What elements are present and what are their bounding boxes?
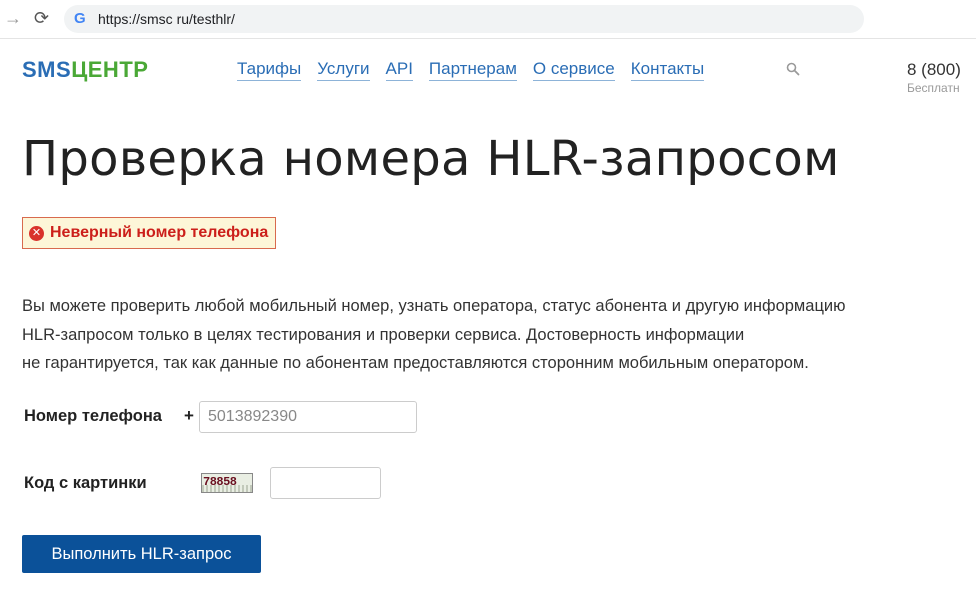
error-text: Неверный номер телефона (50, 224, 269, 241)
captcha-input[interactable] (270, 467, 381, 499)
page-title: Проверка номера HLR-запросом (22, 131, 840, 187)
header-phone-note: Бесплатн (907, 81, 960, 95)
logo-sms: SMS (22, 57, 72, 82)
nav-link-services[interactable]: Услуги (317, 59, 370, 81)
nav-link-api[interactable]: API (385, 59, 413, 81)
logo-center: ЦЕНТР (71, 57, 149, 82)
description-line: не гарантируется, так как данные по абон… (22, 354, 809, 372)
site-logo[interactable]: SMSЦЕНТР (22, 57, 148, 83)
nav-link-about[interactable]: О сервисе (532, 59, 615, 81)
header-phone[interactable]: 8 (800) (907, 60, 961, 80)
phone-input[interactable] (199, 401, 417, 433)
google-icon: G (74, 10, 86, 27)
captcha-code: 78858 (203, 475, 237, 489)
address-bar[interactable]: G https://smsc ru/testhlr/ (64, 5, 864, 33)
top-navigation: Тарифы Услуги API Партнерам О сервисе Ко… (237, 59, 705, 81)
phone-label: Номер телефона (24, 407, 162, 425)
captcha-label: Код с картинки (24, 474, 147, 492)
nav-link-tariffs[interactable]: Тарифы (237, 59, 302, 81)
reload-icon[interactable]: ⟳ (34, 8, 49, 28)
nav-link-partners[interactable]: Партнерам (428, 59, 517, 81)
error-message: ✕ Неверный номер телефона (22, 217, 277, 249)
search-icon[interactable] (786, 62, 800, 76)
browser-toolbar: → ⟳ G https://smsc ru/testhlr/ (0, 0, 976, 39)
description-line: Вы можете проверить любой мобильный номе… (22, 297, 846, 315)
captcha-image: 78858 (201, 473, 253, 493)
phone-prefix: + (184, 406, 194, 425)
back-arrow-icon[interactable]: → (4, 8, 22, 28)
url-text[interactable]: https://smsc ru/testhlr/ (98, 11, 235, 27)
description-line: HLR-запросом только в целях тестирования… (22, 325, 745, 344)
description: Вы можете проверить любой мобильный номе… (22, 292, 976, 378)
submit-hlr-button[interactable]: Выполнить HLR-запрос (22, 535, 261, 573)
nav-link-contacts[interactable]: Контакты (630, 59, 705, 81)
error-icon: ✕ (29, 225, 44, 241)
